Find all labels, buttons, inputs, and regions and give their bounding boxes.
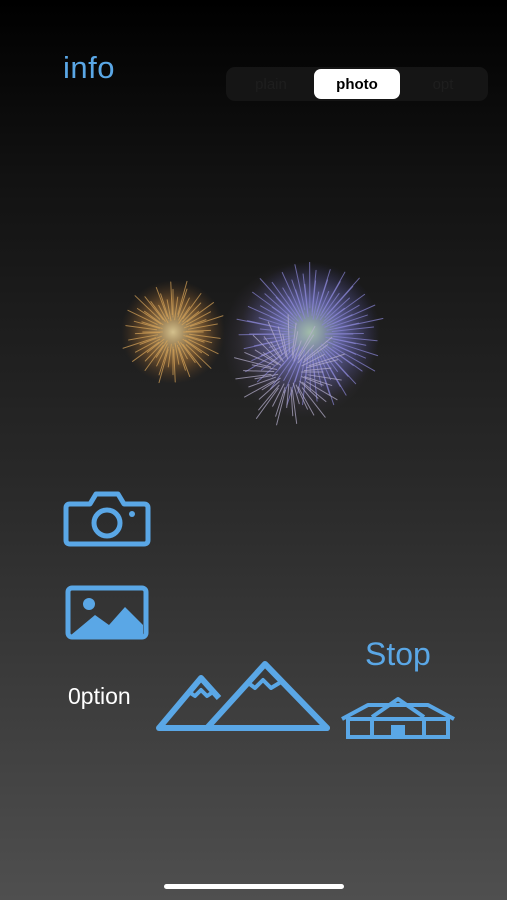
stop-button[interactable]: Stop — [365, 636, 431, 673]
fireworks-image — [121, 262, 384, 426]
option-button[interactable]: 0ption — [68, 683, 131, 710]
segment-photo[interactable]: photo — [314, 69, 400, 99]
house-icon[interactable] — [338, 695, 458, 741]
photo-library-icon[interactable] — [65, 585, 149, 640]
segment-plain[interactable]: plain — [228, 69, 314, 99]
home-indicator[interactable] — [164, 884, 344, 889]
mode-segmented-control[interactable]: plain photo opt — [226, 67, 488, 101]
info-button[interactable]: info — [63, 50, 115, 86]
mountains-icon[interactable] — [155, 658, 333, 734]
segment-opt[interactable]: opt — [400, 69, 486, 99]
camera-icon[interactable] — [62, 490, 152, 548]
